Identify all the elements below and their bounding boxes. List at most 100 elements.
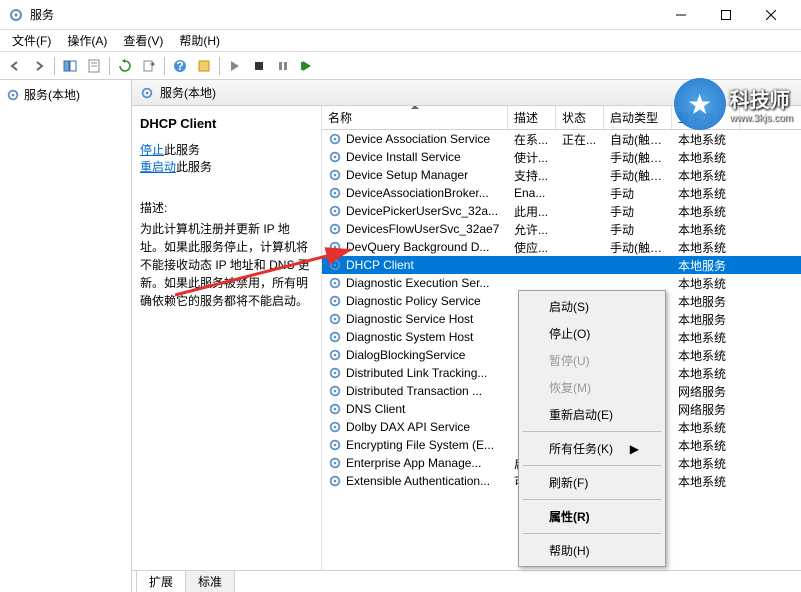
- ctx-start[interactable]: 启动(S): [521, 293, 663, 320]
- service-name: Enterprise App Manage...: [346, 456, 481, 470]
- nav-item-label: 服务(本地): [24, 86, 80, 103]
- service-description: 使计...: [508, 149, 556, 166]
- service-name: DNS Client: [346, 402, 405, 416]
- table-row[interactable]: DHCP Client本地服务: [322, 256, 801, 274]
- service-name: DialogBlockingService: [346, 348, 465, 362]
- service-startup: 手动(触发...: [604, 167, 672, 184]
- service-name: Dolby DAX API Service: [346, 420, 470, 434]
- service-name: Distributed Link Tracking...: [346, 366, 487, 380]
- close-button[interactable]: [748, 0, 793, 30]
- refresh-button[interactable]: [114, 55, 136, 77]
- ctx-help[interactable]: 帮助(H): [521, 537, 663, 564]
- column-startup[interactable]: 启动类型: [604, 106, 672, 129]
- detail-pane: DHCP Client 停止此服务 重启动此服务 描述: 为此计算机注册并更新 …: [132, 106, 322, 570]
- service-name: Device Association Service: [346, 132, 490, 146]
- titlebar: 服务: [0, 0, 801, 30]
- gear-icon: [328, 240, 342, 254]
- gear-icon: [328, 186, 342, 200]
- ctx-resume: 恢复(M): [521, 374, 663, 401]
- service-name: Distributed Transaction ...: [346, 384, 482, 398]
- minimize-button[interactable]: [658, 0, 703, 30]
- menu-file[interactable]: 文件(F): [4, 30, 59, 51]
- star-icon: ★: [687, 88, 712, 121]
- nav-services-local[interactable]: 服务(本地): [4, 84, 127, 105]
- watermark-url: www.3kjs.com: [730, 113, 793, 124]
- window-title: 服务: [30, 6, 658, 23]
- menu-action[interactable]: 操作(A): [59, 30, 115, 51]
- service-startup: 手动: [604, 185, 672, 202]
- properties-button[interactable]: [83, 55, 105, 77]
- column-name[interactable]: 名称: [322, 106, 508, 129]
- ctx-pause: 暂停(U): [521, 347, 663, 374]
- service-logon: 本地系统: [672, 275, 740, 292]
- gear-icon: [328, 330, 342, 344]
- stop-service-button[interactable]: [248, 55, 270, 77]
- service-status: 正在...: [556, 131, 604, 148]
- service-startup: 自动(触发...: [604, 131, 672, 148]
- service-logon: 网络服务: [672, 383, 740, 400]
- gear-icon: [6, 88, 20, 102]
- ctx-properties[interactable]: 属性(R): [521, 503, 663, 530]
- service-name: DeviceAssociationBroker...: [346, 186, 489, 200]
- watermark: ★ 科技师 www.3kjs.com: [674, 78, 793, 130]
- description-text: 为此计算机注册并更新 IP 地址。如果此服务停止，计算机将不能接收动态 IP 地…: [140, 220, 313, 310]
- pause-service-button[interactable]: [272, 55, 294, 77]
- help-button[interactable]: ?: [169, 55, 191, 77]
- stop-link[interactable]: 停止: [140, 143, 164, 157]
- service-startup: 手动(触发...: [604, 239, 672, 256]
- back-button[interactable]: [4, 55, 26, 77]
- table-row[interactable]: Device Association Service在系...正在...自动(触…: [322, 130, 801, 148]
- toolbar: ?: [0, 52, 801, 80]
- menu-view[interactable]: 查看(V): [115, 30, 171, 51]
- ctx-all-tasks[interactable]: 所有任务(K)▶: [521, 435, 663, 462]
- tab-extended[interactable]: 扩展: [136, 570, 186, 592]
- gear-icon: [328, 168, 342, 182]
- ctx-all-tasks-label: 所有任务(K): [549, 440, 613, 457]
- forward-button[interactable]: [28, 55, 50, 77]
- column-description[interactable]: 描述: [508, 106, 556, 129]
- content-body: DHCP Client 停止此服务 重启动此服务 描述: 为此计算机注册并更新 …: [132, 106, 801, 570]
- table-row[interactable]: DeviceAssociationBroker... Ena... 手动本地系统: [322, 184, 801, 202]
- gear-icon: [328, 150, 342, 164]
- service-startup: 手动: [604, 221, 672, 238]
- service-startup: 手动(触发...: [604, 149, 672, 166]
- start-service-button[interactable]: [224, 55, 246, 77]
- detail-actions: 停止此服务 重启动此服务: [140, 141, 313, 175]
- service-logon: 本地系统: [672, 347, 740, 364]
- restart-link[interactable]: 重启动: [140, 160, 176, 174]
- gear-icon: [328, 438, 342, 452]
- export-button[interactable]: [138, 55, 160, 77]
- service-description: 此用...: [508, 203, 556, 220]
- table-row[interactable]: DevQuery Background D...使应...手动(触发...本地系…: [322, 238, 801, 256]
- stop-suffix: 此服务: [164, 143, 200, 157]
- show-hide-tree-button[interactable]: [59, 55, 81, 77]
- watermark-brand: 科技师: [730, 84, 793, 113]
- menu-help[interactable]: 帮助(H): [171, 30, 228, 51]
- gear-icon: [328, 402, 342, 416]
- navigation-tree: 服务(本地): [0, 80, 132, 592]
- service-logon: 本地系统: [672, 203, 740, 220]
- service-logon: 本地系统: [672, 185, 740, 202]
- column-status[interactable]: 状态: [556, 106, 604, 129]
- separator: [219, 57, 220, 75]
- properties-icon-button[interactable]: [193, 55, 215, 77]
- app-icon: [8, 7, 24, 23]
- ctx-refresh[interactable]: 刷新(F): [521, 469, 663, 496]
- gear-icon: [328, 474, 342, 488]
- ctx-stop[interactable]: 停止(O): [521, 320, 663, 347]
- maximize-button[interactable]: [703, 0, 748, 30]
- table-row[interactable]: Device Setup Manager支持...手动(触发...本地系统: [322, 166, 801, 184]
- service-description: Ena...: [508, 186, 556, 200]
- separator: [109, 57, 110, 75]
- table-row[interactable]: DevicesFlowUserSvc_32ae7允许...手动本地系统: [322, 220, 801, 238]
- service-name: DevQuery Background D...: [346, 240, 489, 254]
- table-row[interactable]: Device Install Service使计...手动(触发...本地系统: [322, 148, 801, 166]
- gear-icon: [328, 348, 342, 362]
- table-row[interactable]: DevicePickerUserSvc_32a...此用...手动本地系统: [322, 202, 801, 220]
- main-area: 服务(本地) 服务(本地) DHCP Client 停止此服务 重启动此服务 描…: [0, 80, 801, 592]
- restart-service-button[interactable]: [296, 55, 318, 77]
- service-name: Extensible Authentication...: [346, 474, 490, 488]
- gear-icon: [140, 86, 154, 100]
- ctx-restart[interactable]: 重新启动(E): [521, 401, 663, 428]
- tab-standard[interactable]: 标准: [185, 570, 235, 592]
